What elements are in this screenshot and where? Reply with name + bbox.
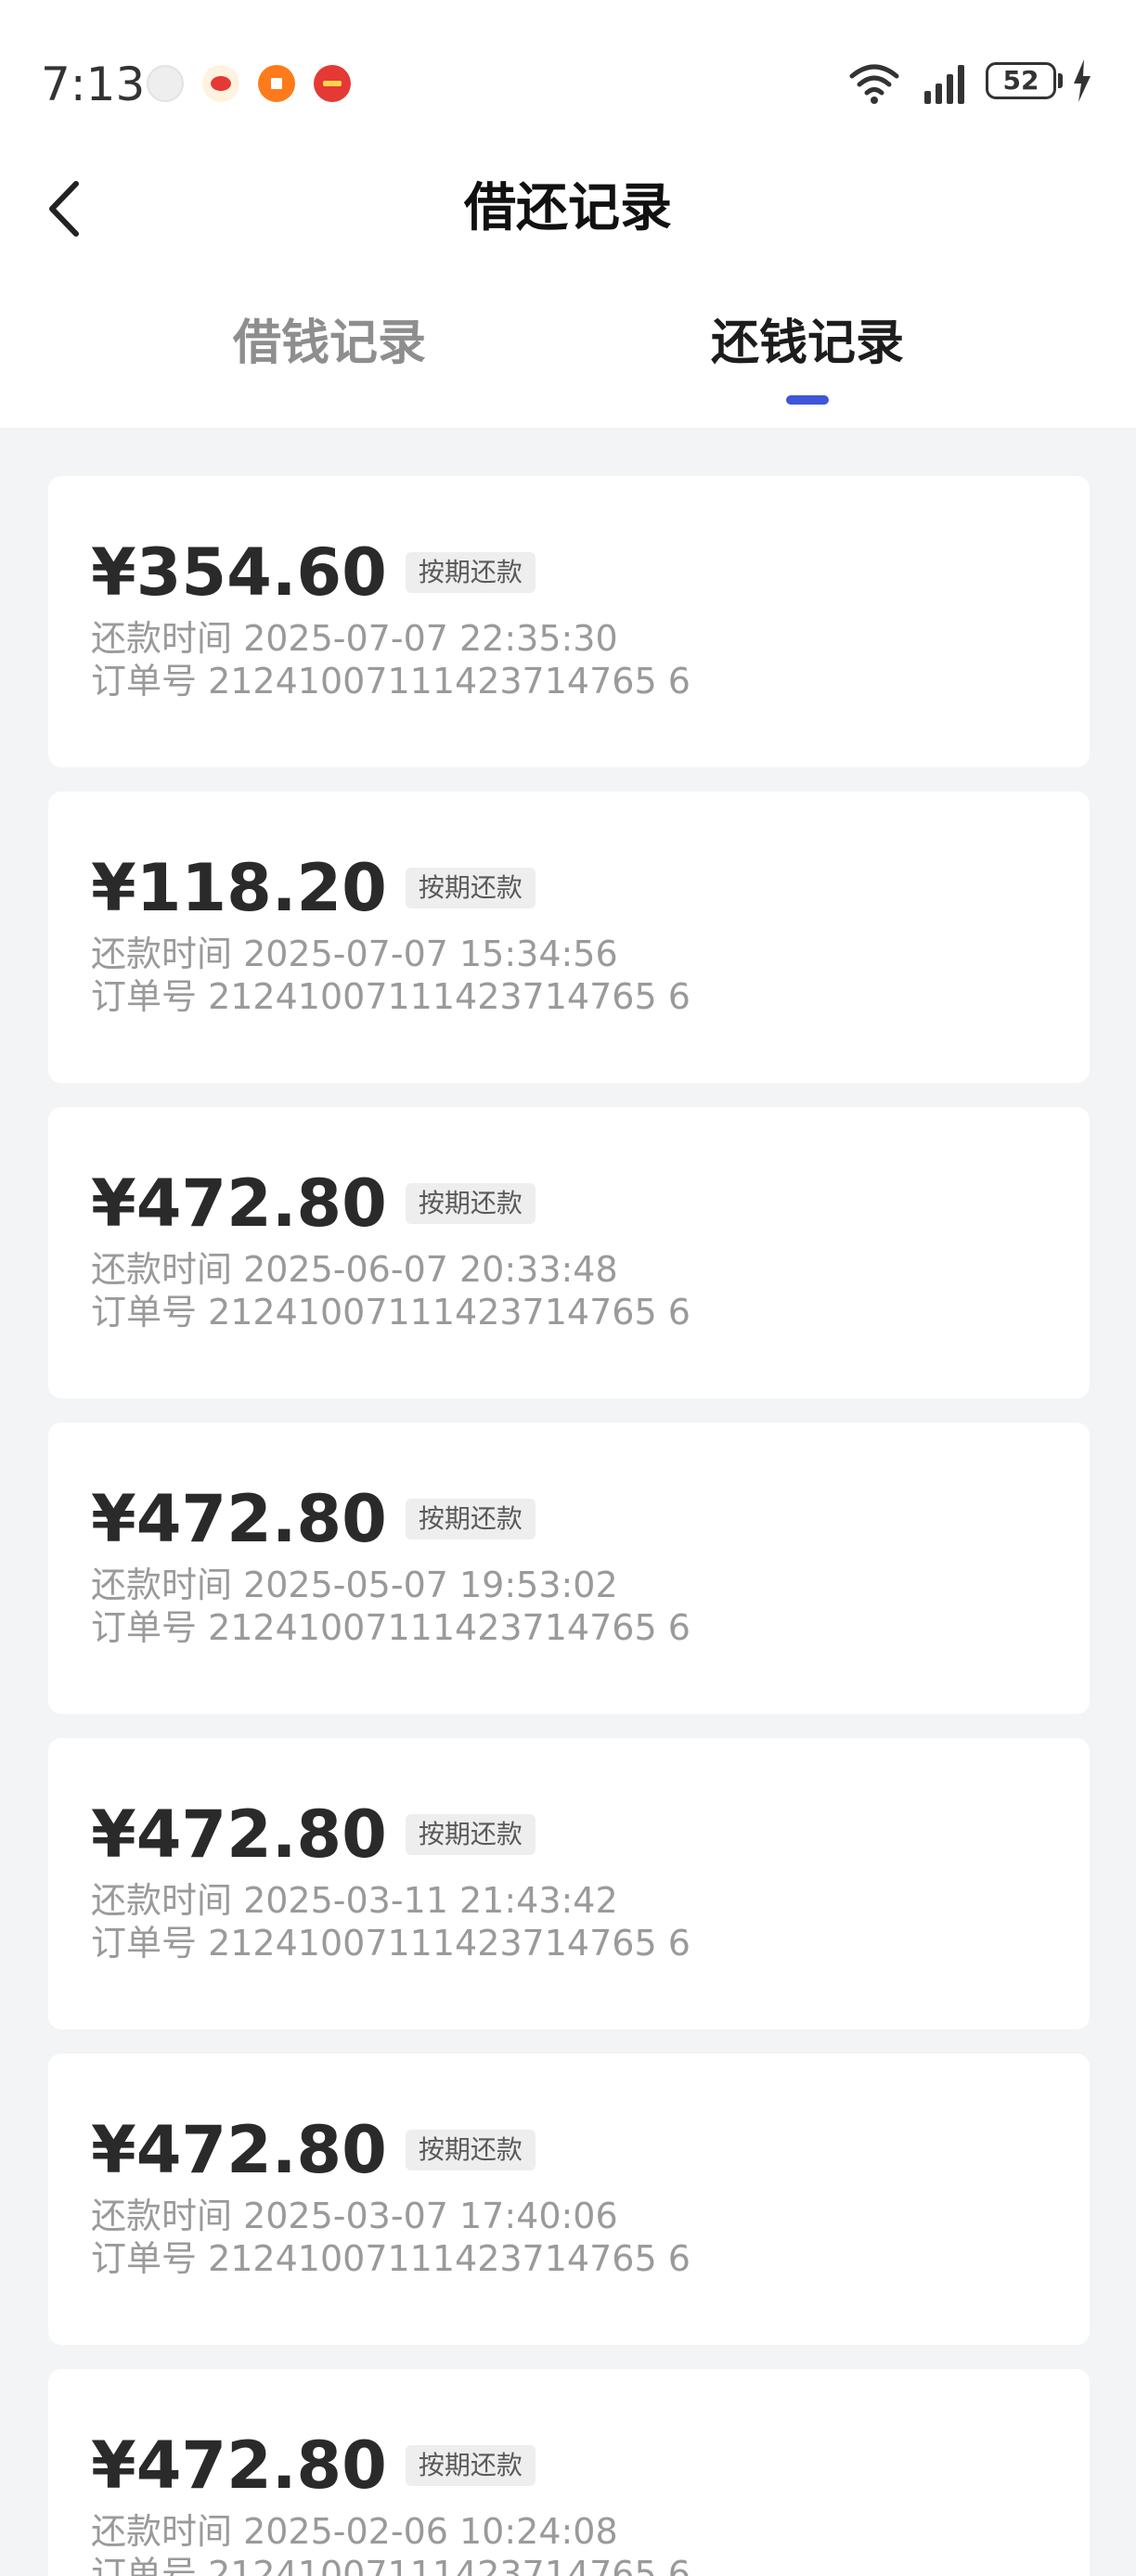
order-number: 订单号 21241007111423714765 6 xyxy=(91,1607,691,1648)
order-number: 订单号 21241007111423714765 6 xyxy=(91,661,691,702)
amount-row: ¥472.80 按期还款 xyxy=(91,1797,536,1872)
amount-row: ¥472.80 按期还款 xyxy=(91,2113,536,2187)
news-notification-icon xyxy=(314,65,351,102)
order-number: 订单号 21241007111423714765 6 xyxy=(91,1923,691,1964)
tab-bar: 借钱记录 还钱记录 xyxy=(0,306,1136,408)
amount: ¥118.20 xyxy=(91,850,387,926)
status-bar: 7:13 52 xyxy=(0,37,1136,134)
amount: ¥472.80 xyxy=(91,1481,387,1557)
repayment-time: 还款时间 2025-05-07 19:53:02 xyxy=(91,1565,618,1605)
list-item[interactable]: ¥118.20 按期还款 还款时间 2025-07-07 15:34:56 订单号… xyxy=(48,792,1090,1083)
repayment-time: 还款时间 2025-07-07 22:35:30 xyxy=(91,618,618,659)
list-item[interactable]: ¥472.80 按期还款 还款时间 2025-02-06 10:24:08 订单号… xyxy=(48,2369,1090,2576)
battery-nub xyxy=(1058,73,1063,88)
repayment-time: 还款时间 2025-06-07 20:33:48 xyxy=(91,1249,618,1290)
list-item[interactable]: ¥472.80 按期还款 还款时间 2025-03-07 17:40:06 订单号… xyxy=(48,2054,1090,2345)
amount-row: ¥118.20 按期还款 xyxy=(91,851,536,925)
tab-borrow-records[interactable]: 借钱记录 xyxy=(144,306,515,380)
battery-level: 52 xyxy=(1002,65,1039,96)
tab-repay-records[interactable]: 还钱记录 xyxy=(622,306,993,380)
amount: ¥472.80 xyxy=(91,2428,387,2504)
amount: ¥472.80 xyxy=(91,1166,387,1242)
amount-row: ¥354.60 按期还款 xyxy=(91,535,536,610)
amount-row: ¥472.80 按期还款 xyxy=(91,1166,536,1241)
status-badge: 按期还款 xyxy=(405,1499,536,1539)
app-notification-icon xyxy=(258,65,295,102)
status-badge: 按期还款 xyxy=(405,2445,536,2486)
page-title: 借还记录 xyxy=(464,178,672,238)
order-number: 订单号 21241007111423714765 6 xyxy=(91,2238,691,2279)
amount-row: ¥472.80 按期还款 xyxy=(91,1482,536,1556)
repayment-time: 还款时间 2025-03-11 21:43:42 xyxy=(91,1880,618,1921)
amount-row: ¥472.80 按期还款 xyxy=(91,2428,536,2503)
active-tab-indicator xyxy=(786,395,829,405)
amount: ¥472.80 xyxy=(91,2112,387,2188)
status-badge: 按期还款 xyxy=(405,1183,536,1224)
charging-icon xyxy=(1074,59,1091,102)
order-number: 订单号 21241007111423714765 6 xyxy=(91,2554,691,2576)
order-number: 订单号 21241007111423714765 6 xyxy=(91,1292,691,1333)
list-item[interactable]: ¥354.60 按期还款 还款时间 2025-07-07 22:35:30 订单号… xyxy=(48,476,1090,767)
amount: ¥472.80 xyxy=(91,1797,387,1873)
header-area: 7:13 52 借还记录 借钱记录 还钱记录 xyxy=(0,0,1136,428)
status-badge: 按期还款 xyxy=(405,2130,536,2170)
amount: ¥354.60 xyxy=(91,535,387,611)
order-number: 订单号 21241007111423714765 6 xyxy=(91,976,691,1017)
list-item[interactable]: ¥472.80 按期还款 还款时间 2025-03-11 21:43:42 订单号… xyxy=(48,1738,1090,2029)
status-badge: 按期还款 xyxy=(405,1814,536,1855)
signal-icon xyxy=(924,65,964,104)
status-badge: 按期还款 xyxy=(405,868,536,908)
list-item[interactable]: ¥472.80 按期还款 还款时间 2025-05-07 19:53:02 订单号… xyxy=(48,1423,1090,1714)
battery-indicator: 52 xyxy=(986,62,1056,99)
status-time: 7:13 xyxy=(41,58,146,111)
list-item[interactable]: ¥472.80 按期还款 还款时间 2025-06-07 20:33:48 订单号… xyxy=(48,1107,1090,1398)
repayment-time: 还款时间 2025-03-07 17:40:06 xyxy=(91,2196,618,2236)
status-badge: 按期还款 xyxy=(405,552,536,593)
notification-icon xyxy=(147,65,184,102)
wifi-icon xyxy=(849,64,899,104)
navigation-bar: 借还记录 xyxy=(0,158,1136,260)
repayment-time: 还款时间 2025-07-07 15:34:56 xyxy=(91,934,618,974)
weibo-notification-icon xyxy=(202,65,239,102)
back-arrow-icon[interactable] xyxy=(41,176,97,241)
repayment-time: 还款时间 2025-02-06 10:24:08 xyxy=(91,2511,618,2552)
